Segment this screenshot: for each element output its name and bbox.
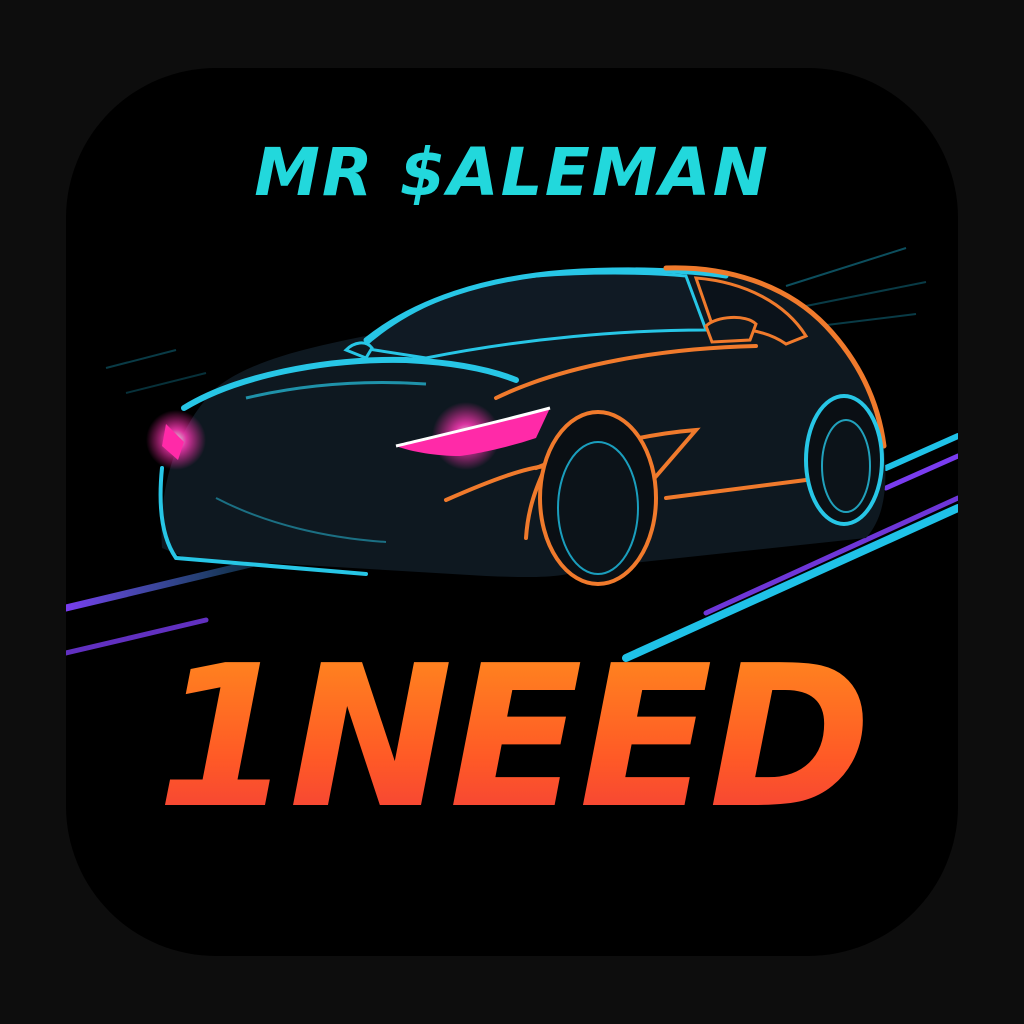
speed-line xyxy=(785,247,907,287)
front-wheel-rim xyxy=(557,441,639,575)
side-mirror xyxy=(704,316,758,344)
app-icon-canvas: MR $ALEMAN 1NEED xyxy=(0,0,1024,1024)
brand-title-top: MR $ALEMAN xyxy=(254,134,770,211)
app-icon: MR $ALEMAN 1NEED xyxy=(66,68,958,956)
speed-line xyxy=(105,349,177,369)
rear-wheel-rim xyxy=(821,419,871,513)
speed-line xyxy=(795,281,927,309)
brand-title-bottom: 1NEED xyxy=(66,640,958,836)
speed-line xyxy=(125,372,207,394)
